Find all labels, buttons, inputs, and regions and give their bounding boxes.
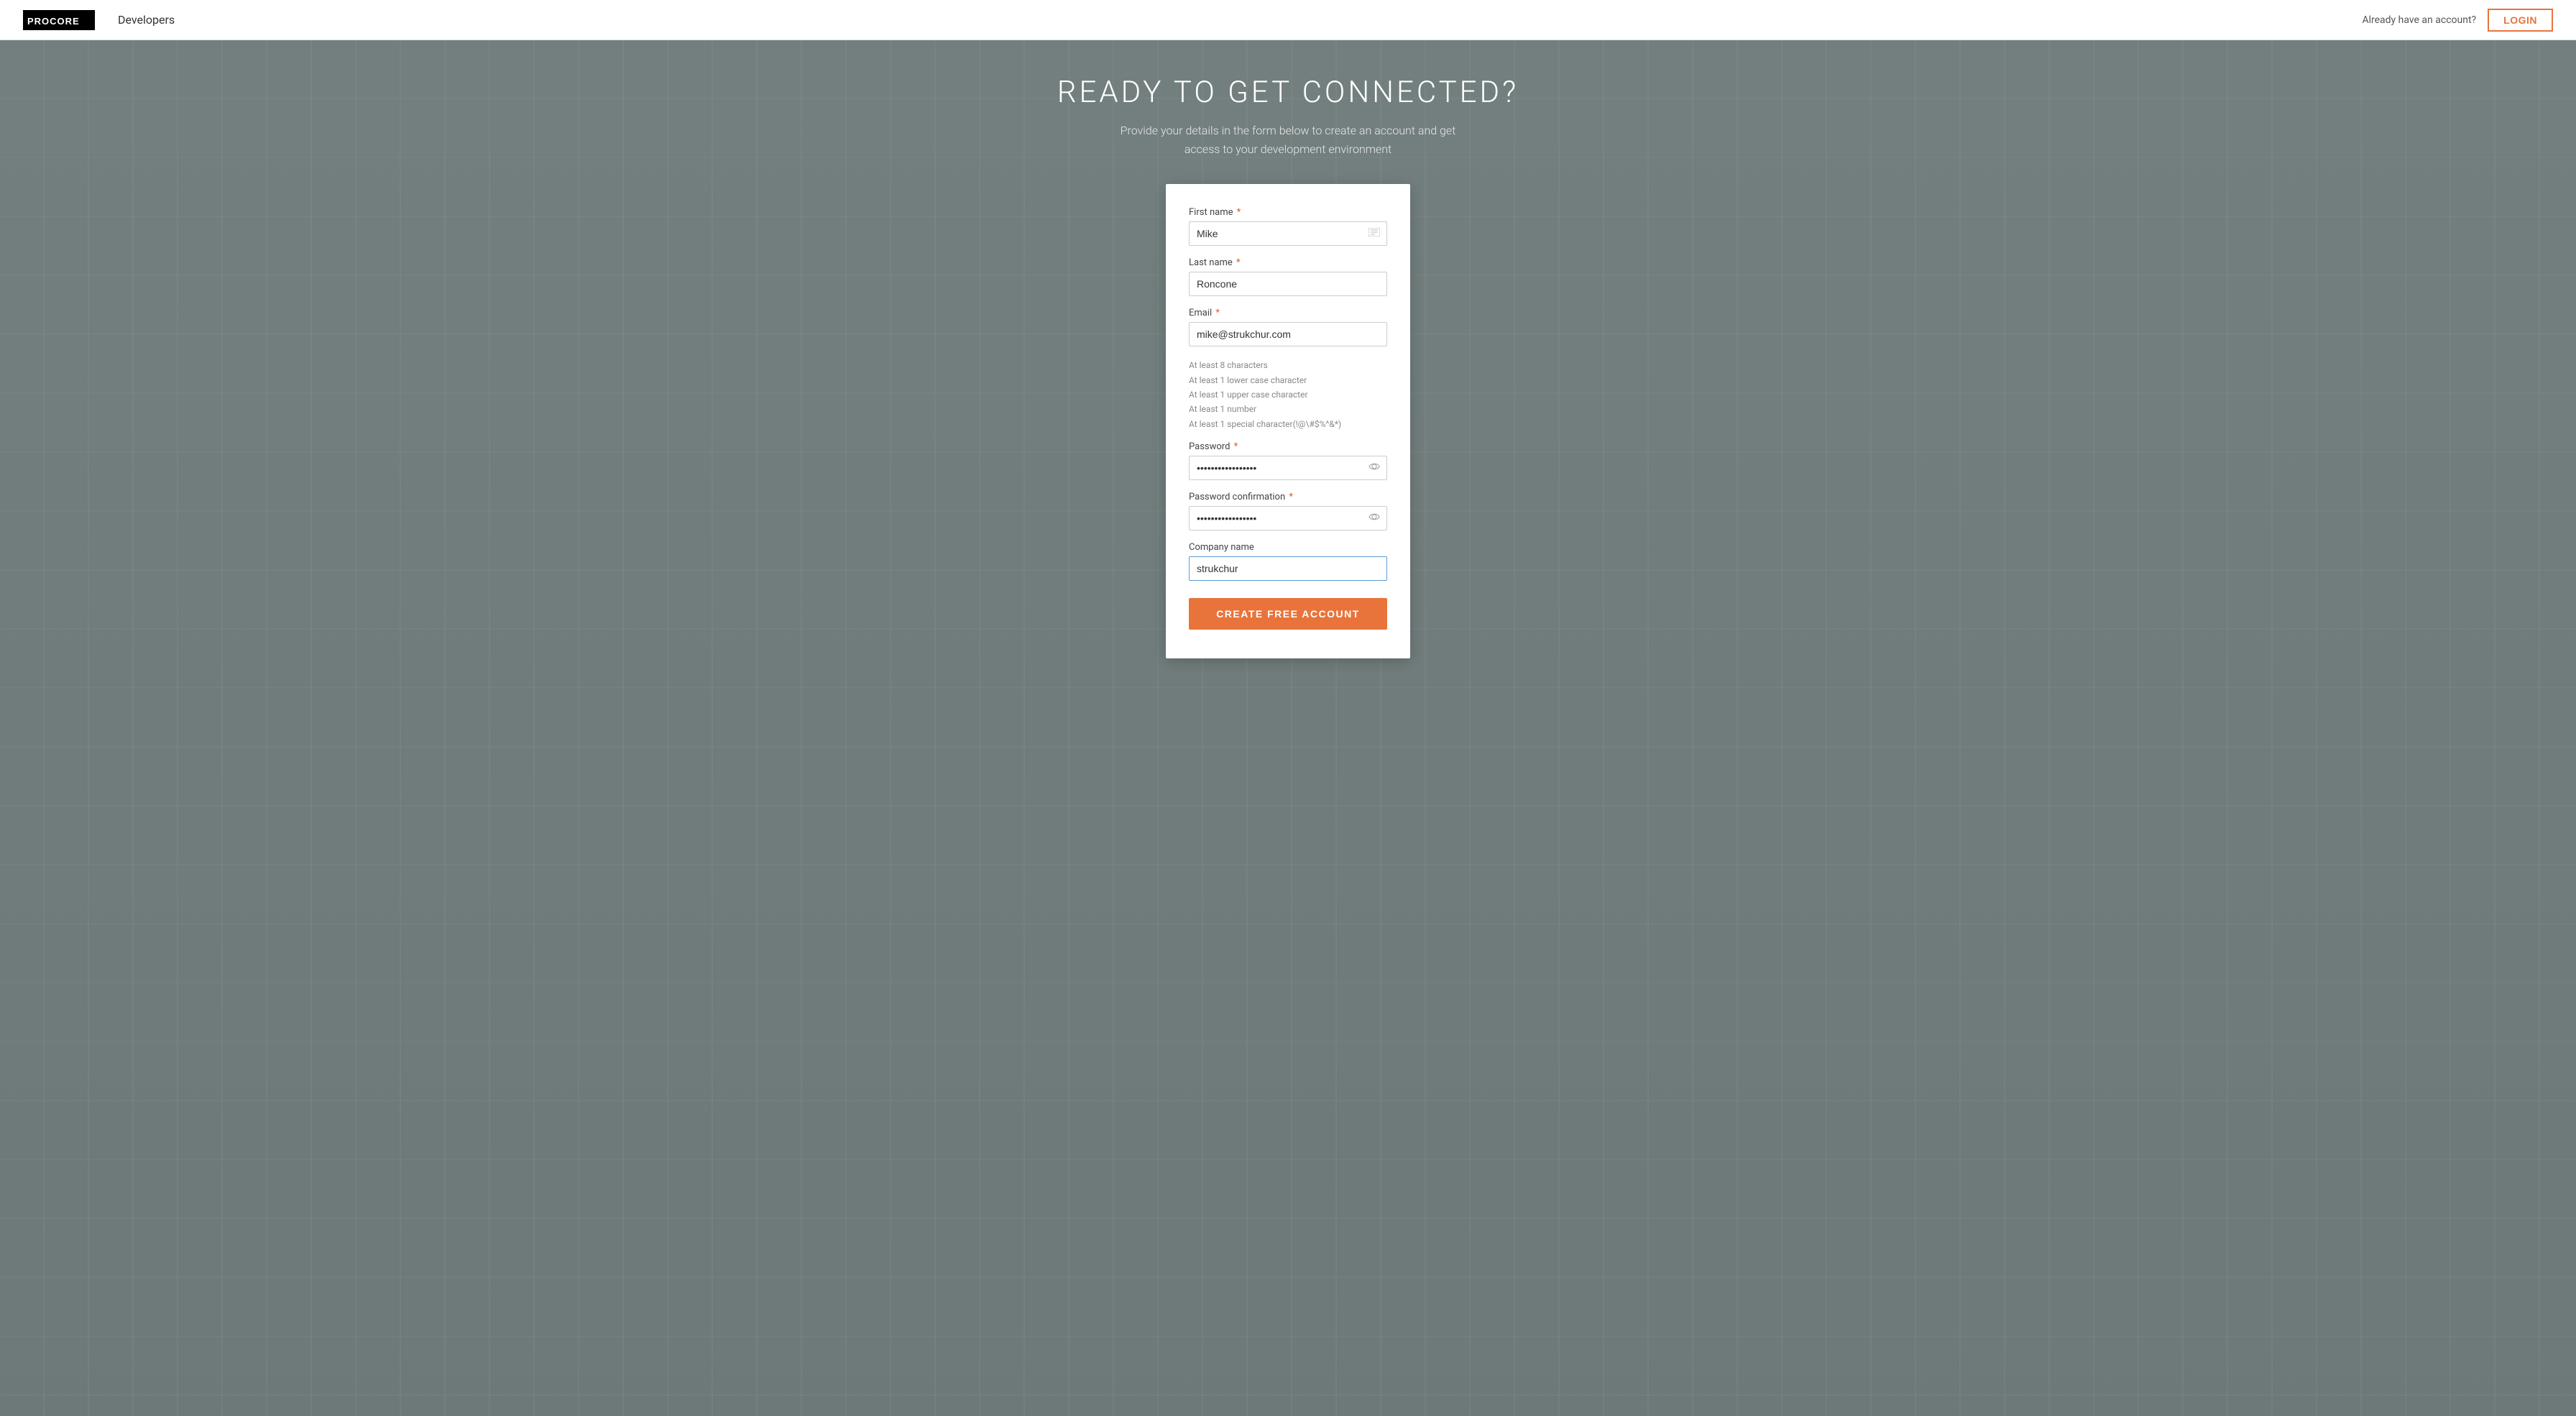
password-input[interactable] — [1189, 456, 1387, 480]
registration-form-card: First name * — [1166, 184, 1410, 658]
developers-label: Developers — [118, 13, 175, 27]
password-confirm-label: Password confirmation * — [1189, 492, 1387, 502]
first-name-input-wrapper — [1189, 221, 1387, 246]
email-label: Email * — [1189, 308, 1387, 318]
first-name-input[interactable] — [1189, 221, 1387, 246]
required-star: * — [1234, 207, 1241, 218]
password-label: Password * — [1189, 441, 1387, 452]
brand: PROCORE Developers — [23, 10, 175, 30]
first-name-label: First name * — [1189, 207, 1387, 218]
create-account-button[interactable]: CREATE FREE ACCOUNT — [1189, 598, 1387, 630]
last-name-input[interactable] — [1189, 272, 1387, 296]
login-button[interactable]: LOGIN — [2488, 9, 2553, 32]
password-toggle-icon[interactable] — [1368, 461, 1380, 474]
company-input[interactable] — [1189, 556, 1387, 581]
password-confirm-input-wrapper — [1189, 506, 1387, 530]
company-group: Company name — [1189, 542, 1387, 581]
navbar-right: Already have an account? LOGIN — [2362, 9, 2553, 32]
required-star-2: * — [1234, 257, 1241, 268]
last-name-label: Last name * — [1189, 257, 1387, 268]
password-hints: At least 8 characters At least 1 lower c… — [1189, 358, 1387, 431]
already-text: Already have an account? — [2362, 14, 2476, 26]
password-confirm-group: Password confirmation * — [1189, 492, 1387, 530]
password-confirm-toggle-icon[interactable] — [1368, 512, 1380, 525]
required-star-3: * — [1213, 308, 1220, 318]
hero-content: READY TO GET CONNECTED? Provide your det… — [0, 75, 2576, 658]
procore-logo: PROCORE Developers — [23, 10, 175, 30]
password-input-wrapper — [1189, 456, 1387, 480]
svg-text:PROCORE: PROCORE — [27, 16, 80, 27]
email-input[interactable] — [1189, 322, 1387, 346]
procore-logo-svg: PROCORE — [23, 10, 109, 30]
autofill-icon — [1368, 228, 1380, 239]
required-star-4: * — [1231, 441, 1238, 452]
required-star-5: * — [1287, 492, 1293, 502]
last-name-group: Last name * — [1189, 257, 1387, 296]
email-group: Email * — [1189, 308, 1387, 346]
password-group: Password * — [1189, 441, 1387, 480]
navbar: PROCORE Developers Already have an accou… — [0, 0, 2576, 40]
hero-title: READY TO GET CONNECTED? — [1057, 75, 1519, 110]
hero-section: READY TO GET CONNECTED? Provide your det… — [0, 40, 2576, 1416]
first-name-group: First name * — [1189, 207, 1387, 246]
company-label: Company name — [1189, 542, 1387, 553]
password-confirm-input[interactable] — [1189, 506, 1387, 530]
hero-subtitle: Provide your details in the form below t… — [1101, 121, 1475, 158]
